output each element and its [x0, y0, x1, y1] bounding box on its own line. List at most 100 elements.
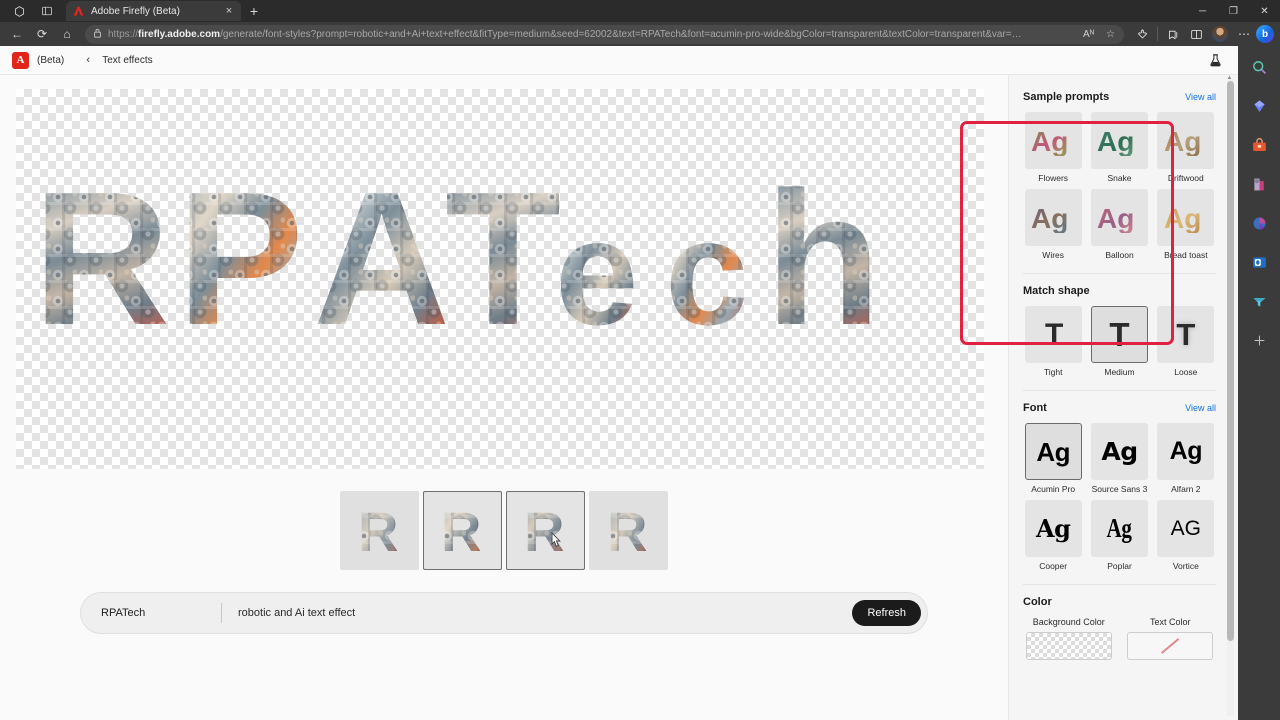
match-shape-item[interactable]: T Loose [1156, 306, 1216, 377]
font-sample: Ag [1036, 436, 1070, 467]
vertical-tabs-icon[interactable] [34, 1, 60, 21]
font-tile-acumin-pro[interactable]: Ag [1024, 423, 1082, 480]
match-shape-loose-tile[interactable]: T [1157, 306, 1215, 363]
sample-prompt-item[interactable]: Ag Snake [1089, 112, 1149, 183]
read-aloud-icon[interactable]: Aᴺ [1080, 29, 1097, 40]
search-icon[interactable] [1248, 56, 1270, 78]
outlook-icon[interactable] [1248, 251, 1270, 273]
copilot-gem-icon[interactable] [1248, 95, 1270, 117]
font-sample: Ag [1169, 437, 1203, 465]
home-icon[interactable]: ⌂ [56, 23, 78, 45]
new-tab-button[interactable]: + [243, 1, 265, 21]
refresh-icon[interactable]: ⟳ [31, 23, 53, 45]
svg-text:T: T [445, 164, 560, 365]
tab-actions-icon[interactable] [6, 1, 32, 21]
variation-thumb-3[interactable]: RR [506, 491, 585, 570]
flask-icon[interactable] [1204, 49, 1226, 71]
tab-title: Adobe Firefly (Beta) [91, 5, 180, 17]
sample-prompt-item[interactable]: Ag Bread toast [1156, 189, 1216, 260]
text-color-control[interactable]: Text Color [1125, 617, 1217, 660]
font-item[interactable]: AG Vortice [1156, 500, 1216, 571]
tools-icon[interactable] [1248, 212, 1270, 234]
sample-prompt-thumb-driftwood[interactable]: Ag [1157, 112, 1215, 169]
text-input[interactable]: RPATech [101, 607, 221, 619]
sample-prompt-item[interactable]: Ag Wires [1023, 189, 1083, 260]
match-shape-item[interactable]: T Tight [1023, 306, 1083, 377]
browser-tab[interactable]: Adobe Firefly (Beta) × [66, 1, 241, 21]
shopping-icon[interactable] [1248, 134, 1270, 156]
font-tile-vortice[interactable]: AG [1157, 500, 1215, 557]
prompt-input[interactable]: robotic and Ai text effect [238, 607, 852, 619]
sidebar-scrollbar-thumb[interactable] [1227, 81, 1234, 641]
maximize-button[interactable]: ❐ [1218, 0, 1249, 22]
sample-prompt-item[interactable]: Ag Balloon [1089, 189, 1149, 260]
match-shape-medium-tile[interactable]: T [1090, 306, 1148, 363]
svg-text:h: h [765, 164, 877, 365]
section-divider [1023, 273, 1216, 274]
sample-prompt-thumb-flowers[interactable]: Ag [1024, 112, 1082, 169]
split-screen-icon[interactable] [1185, 23, 1207, 45]
address-bar[interactable]: https://firefly.adobe.com/generate/font-… [85, 24, 1124, 44]
text-effect-canvas[interactable]: R P A T e c h R P A T e c h [16, 89, 984, 469]
t-glyph-medium: T [1109, 316, 1130, 353]
color-row: Background Color Text Color [1023, 617, 1216, 660]
font-label: Cooper [1039, 561, 1068, 571]
games-icon[interactable] [1248, 173, 1270, 195]
breadcrumb[interactable]: Text effects [102, 55, 152, 66]
add-icon[interactable] [1248, 329, 1270, 351]
settings-more-icon[interactable]: ⋯ [1233, 23, 1255, 45]
font-view-all[interactable]: View all [1185, 403, 1216, 413]
avatar[interactable] [1212, 26, 1228, 42]
font-tile-cooper[interactable]: Ag [1024, 500, 1082, 557]
background-color-swatch[interactable] [1025, 632, 1112, 660]
scroll-up-arrow-icon[interactable]: ▲ [1226, 75, 1233, 81]
match-shape-item[interactable]: T Medium [1089, 306, 1149, 377]
font-tile-alfarn-2[interactable]: Ag [1157, 423, 1215, 480]
variation-thumb-1[interactable]: RR [340, 491, 419, 570]
font-item[interactable]: Ag Alfarn 2 [1156, 423, 1216, 494]
close-window-button[interactable]: ✕ [1249, 0, 1280, 22]
svg-text:Ag: Ag [1097, 203, 1134, 233]
font-sample: Ag [1035, 513, 1071, 543]
sample-prompts-view-all[interactable]: View all [1185, 92, 1216, 102]
font-item[interactable]: Ag Cooper [1023, 500, 1083, 571]
t-glyph-loose: T [1176, 317, 1196, 352]
text-color-swatch[interactable] [1127, 632, 1214, 660]
sample-prompt-thumb-wires[interactable]: Ag [1024, 189, 1082, 246]
edge-sidebar-rail [1238, 46, 1280, 720]
copilot-icon[interactable]: b [1256, 25, 1274, 43]
font-tile-source-sans-3[interactable]: Ag [1090, 423, 1148, 480]
back-icon[interactable]: ← [6, 23, 28, 45]
font-item[interactable]: Ag Acumin Pro [1023, 423, 1083, 494]
collections-icon[interactable] [1162, 23, 1184, 45]
sidebar-scroll-area: Sample prompts View all Ag Flowers Ag Sn… [1009, 75, 1238, 720]
sample-prompt-label: Snake [1107, 173, 1132, 183]
sample-prompt-thumb-balloon[interactable]: Ag [1090, 189, 1148, 246]
font-item[interactable]: Ag Source Sans 3 [1089, 423, 1149, 494]
variation-thumbnails: RR RR RR RR [0, 491, 1008, 570]
refresh-button[interactable]: Refresh [852, 600, 921, 626]
variation-thumb-2[interactable]: RR [423, 491, 502, 570]
font-item[interactable]: Ag Poplar [1089, 500, 1149, 571]
close-icon[interactable]: × [223, 5, 235, 17]
drop-icon[interactable] [1248, 290, 1270, 312]
minimize-button[interactable]: ─ [1187, 0, 1218, 22]
variation-thumb-4[interactable]: RR [589, 491, 668, 570]
back-chevron-icon[interactable]: ‹ [82, 54, 94, 66]
match-shape-tight-tile[interactable]: T [1024, 306, 1082, 363]
app-body: R P A T e c h R P A T e c h R R R R R R … [0, 75, 1238, 720]
font-label: Alfarn 2 [1171, 484, 1201, 494]
sample-prompt-item[interactable]: Ag Driftwood [1156, 112, 1216, 183]
sample-prompt-item[interactable]: Ag Flowers [1023, 112, 1083, 183]
toolbar-divider [1157, 27, 1158, 41]
sample-prompt-thumb-snake[interactable]: Ag [1090, 112, 1148, 169]
sample-prompts-title: Sample prompts [1023, 91, 1110, 103]
extensions-icon[interactable] [1131, 23, 1153, 45]
adobe-logo-icon[interactable]: A [12, 51, 29, 69]
background-color-control[interactable]: Background Color [1023, 617, 1115, 660]
canvas-column: R P A T e c h R P A T e c h R R R R R R … [0, 75, 1008, 720]
sample-prompt-thumb-bread-toast[interactable]: Ag [1157, 189, 1215, 246]
font-tile-poplar[interactable]: Ag [1090, 500, 1148, 557]
favorite-star-icon[interactable]: ☆ [1103, 29, 1118, 40]
match-shape-grid: T Tight T Medium T Loose [1023, 306, 1216, 377]
